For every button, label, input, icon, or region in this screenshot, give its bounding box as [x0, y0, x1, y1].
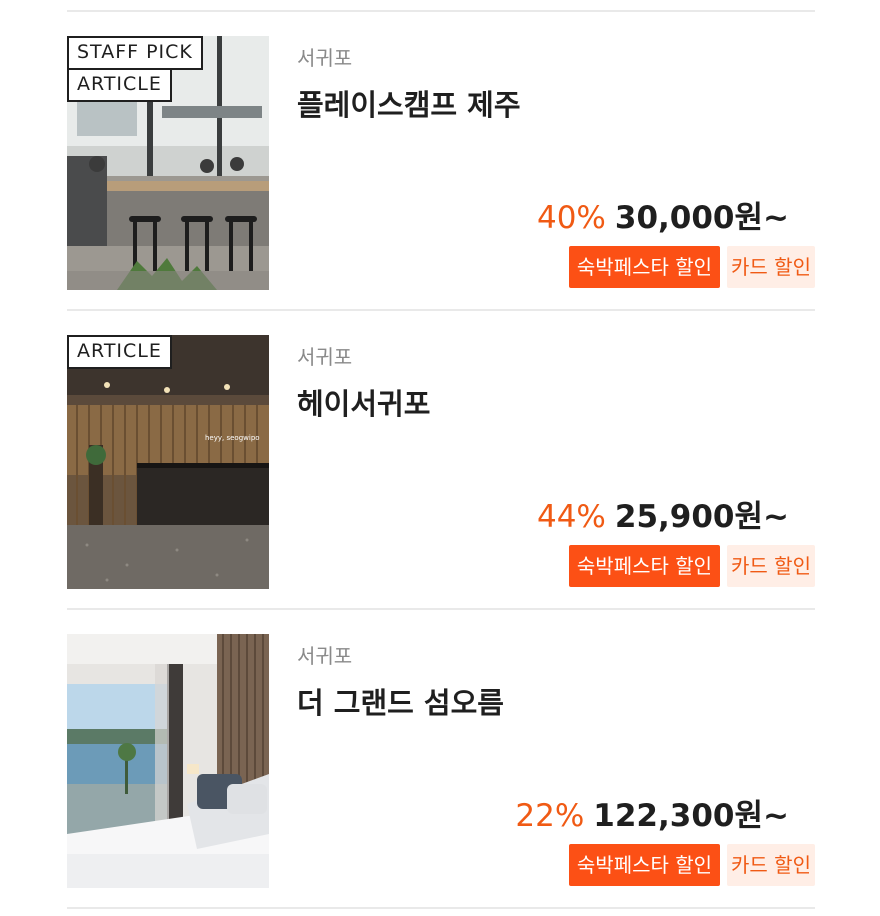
badge-group: 숙박페스타 할인 카드 할인: [569, 246, 815, 288]
listing-name[interactable]: 플레이스캠프 제주: [297, 82, 521, 124]
festa-discount-badge: 숙박페스타 할인: [569, 246, 720, 288]
discount-rate: 44%: [536, 499, 606, 535]
discount-rate: 40%: [536, 200, 606, 236]
tag-group: STAFF PICK ARTICLE: [67, 36, 203, 102]
tag-group: ARTICLE: [67, 335, 172, 369]
listing-photo-cafe[interactable]: STAFF PICK ARTICLE: [67, 36, 269, 290]
festa-discount-badge: 숙박페스타 할인: [569, 545, 720, 587]
listing-location: 서귀포: [297, 46, 353, 70]
listing-name[interactable]: 헤이서귀포: [297, 381, 430, 423]
price: 25,900원~: [614, 499, 789, 535]
listing-list: STAFF PICK ARTICLE 서귀포 플레이스캠프 제주 40% 30,…: [67, 0, 815, 909]
listing-location: 서귀포: [297, 345, 353, 369]
listing-name[interactable]: 더 그랜드 섬오름: [297, 680, 504, 722]
divider: [67, 907, 815, 909]
listing-card[interactable]: heyy, seogwipo ARTICLE 서귀포 헤이서귀포 44% 25,…: [67, 311, 815, 608]
card-discount-badge: 카드 할인: [727, 246, 815, 288]
tag-article: ARTICLE: [67, 335, 172, 369]
discount-rate: 22%: [515, 798, 585, 834]
listing-location: 서귀포: [297, 644, 353, 668]
card-discount-badge: 카드 할인: [727, 844, 815, 886]
listing-card[interactable]: 서귀포 더 그랜드 섬오름 22% 122,300원~ 숙박페스타 할인 카드 …: [67, 610, 815, 907]
price: 30,000원~: [614, 200, 789, 236]
listing-card[interactable]: STAFF PICK ARTICLE 서귀포 플레이스캠프 제주 40% 30,…: [67, 12, 815, 309]
price: 122,300원~: [593, 798, 789, 834]
price-row: 44% 25,900원~: [537, 491, 789, 536]
tag-article: ARTICLE: [67, 68, 172, 102]
badge-group: 숙박페스타 할인 카드 할인: [569, 545, 815, 587]
festa-discount-badge: 숙박페스타 할인: [569, 844, 720, 886]
listing-photo-lobby[interactable]: heyy, seogwipo ARTICLE: [67, 335, 269, 589]
price-row: 22% 122,300원~: [515, 790, 789, 835]
tag-staff-pick: STAFF PICK: [67, 36, 203, 70]
badge-group: 숙박페스타 할인 카드 할인: [569, 844, 815, 886]
price-row: 40% 30,000원~: [537, 192, 789, 237]
lobby-sign: heyy, seogwipo: [205, 434, 260, 442]
listing-photo-bedroom[interactable]: [67, 634, 269, 888]
card-discount-badge: 카드 할인: [727, 545, 815, 587]
